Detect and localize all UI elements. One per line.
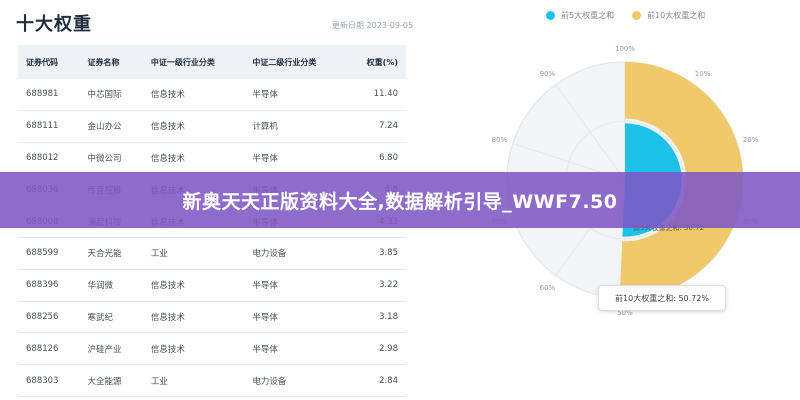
cell-code: 688111 [18,110,80,143]
col-header-weight: 权重(%) [345,45,406,79]
cell-weight: 7.24 [345,110,406,143]
cell-weight: 2.98 [345,332,406,366]
cell-code: 688981 [18,79,80,111]
cell-industry-l1: 信息技术 [142,301,245,334]
cell-industry-l2: 半导体 [244,269,346,302]
cell-industry-l1: 工业 [142,364,245,397]
cell-weight: 6.80 [345,142,406,175]
cell-weight: 11.40 [345,79,406,111]
angle-tick-label: 60% [540,284,556,292]
cell-code: 688396 [18,269,80,302]
col-header-name: 证券名称 [79,45,143,79]
legend-label-top5: 前5大权重之和 [561,11,615,20]
cell-name: 华润微 [79,269,143,302]
cell-name: 中芯国际 [79,79,143,111]
cell-industry-l2: 电力设备 [244,237,346,270]
cell-industry-l2: 半导体 [244,79,346,111]
cell-industry-l2: 半导体 [244,332,346,366]
page-title: 十大权重 [16,14,92,35]
cell-code: 688012 [18,142,80,175]
angle-tick-label: 80% [492,136,508,144]
cell-weight: 2.84 [345,364,406,397]
angle-tick-label: 100% [615,45,635,53]
legend-dot-top5 [546,11,555,20]
cell-industry-l2: 电力设备 [244,364,346,397]
cell-industry-l1: 信息技术 [142,142,245,175]
cell-industry-l1: 信息技术 [142,79,245,111]
legend-dot-top10 [632,11,642,20]
cell-code: 688599 [18,237,80,270]
cell-code: 688126 [18,332,80,366]
cell-name: 中微公司 [79,142,143,175]
col-header-industry-l1: 中证一级行业分类 [142,45,245,79]
chart-legend: 前5大权重之和 前10大权重之和 [546,10,705,21]
overlay-banner[interactable]: 新奥天天正版资料大全,数据解析引导_WWF7.50 [0,172,800,228]
table-row[interactable]: 688111 金山办公 信息技术 计算机 7.24 [18,110,406,143]
legend-item-top5[interactable]: 前5大权重之和 [546,10,614,21]
angle-tick-label: 20% [743,136,759,144]
legend-item-top10[interactable]: 前10大权重之和 [632,10,705,21]
cell-name: 天合光能 [79,237,143,270]
cell-weight: 3.22 [345,269,406,302]
cell-industry-l2: 半导体 [244,142,346,175]
angle-tick-label: 90% [540,70,556,78]
cell-industry-l1: 信息技术 [142,332,245,366]
table-row[interactable]: 688396 华润微 信息技术 半导体 3.22 [18,269,406,302]
cell-code: 688256 [18,301,80,334]
angle-tick-label: 10% [695,70,711,78]
cell-weight: 3.85 [345,237,406,270]
cell-code: 688303 [18,364,80,397]
cell-industry-l2: 计算机 [244,110,346,143]
table-header-row: 证券代码 证券名称 中证一级行业分类 中证二级行业分类 权重(%) [18,45,406,79]
cell-name: 沪硅产业 [79,332,143,366]
col-header-code: 证券代码 [18,45,80,79]
cell-industry-l1: 信息技术 [142,269,245,302]
cell-industry-l2: 半导体 [244,301,346,334]
table-row[interactable]: 688126 沪硅产业 信息技术 半导体 2.98 [18,332,406,366]
update-date: 更新日期 2023-09-05 [332,21,414,30]
table-row[interactable]: 688256 寒武纪 信息技术 半导体 3.18 [18,301,406,334]
legend-label-top10: 前10大权重之和 [647,11,706,20]
cell-name: 金山办公 [79,110,143,143]
cell-industry-l1: 信息技术 [142,110,245,143]
cell-weight: 3.18 [345,301,406,334]
cell-name: 寒武纪 [79,301,143,334]
table-row[interactable]: 688303 大全能源 工业 电力设备 2.84 [18,364,406,397]
table-row[interactable]: 688012 中微公司 信息技术 半导体 6.80 [18,142,406,175]
chart-tooltip: 前10大权重之和: 50.72% [598,285,726,311]
table-row[interactable]: 688599 天合光能 工业 电力设备 3.85 [18,237,406,270]
table-row[interactable]: 688981 中芯国际 信息技术 半导体 11.40 [18,79,406,111]
banner-text: 新奥天天正版资料大全,数据解析引导_WWF7.50 [182,190,618,213]
cell-name: 大全能源 [79,364,143,397]
col-header-industry-l2: 中证二级行业分类 [244,45,346,79]
cell-industry-l1: 工业 [142,237,245,270]
